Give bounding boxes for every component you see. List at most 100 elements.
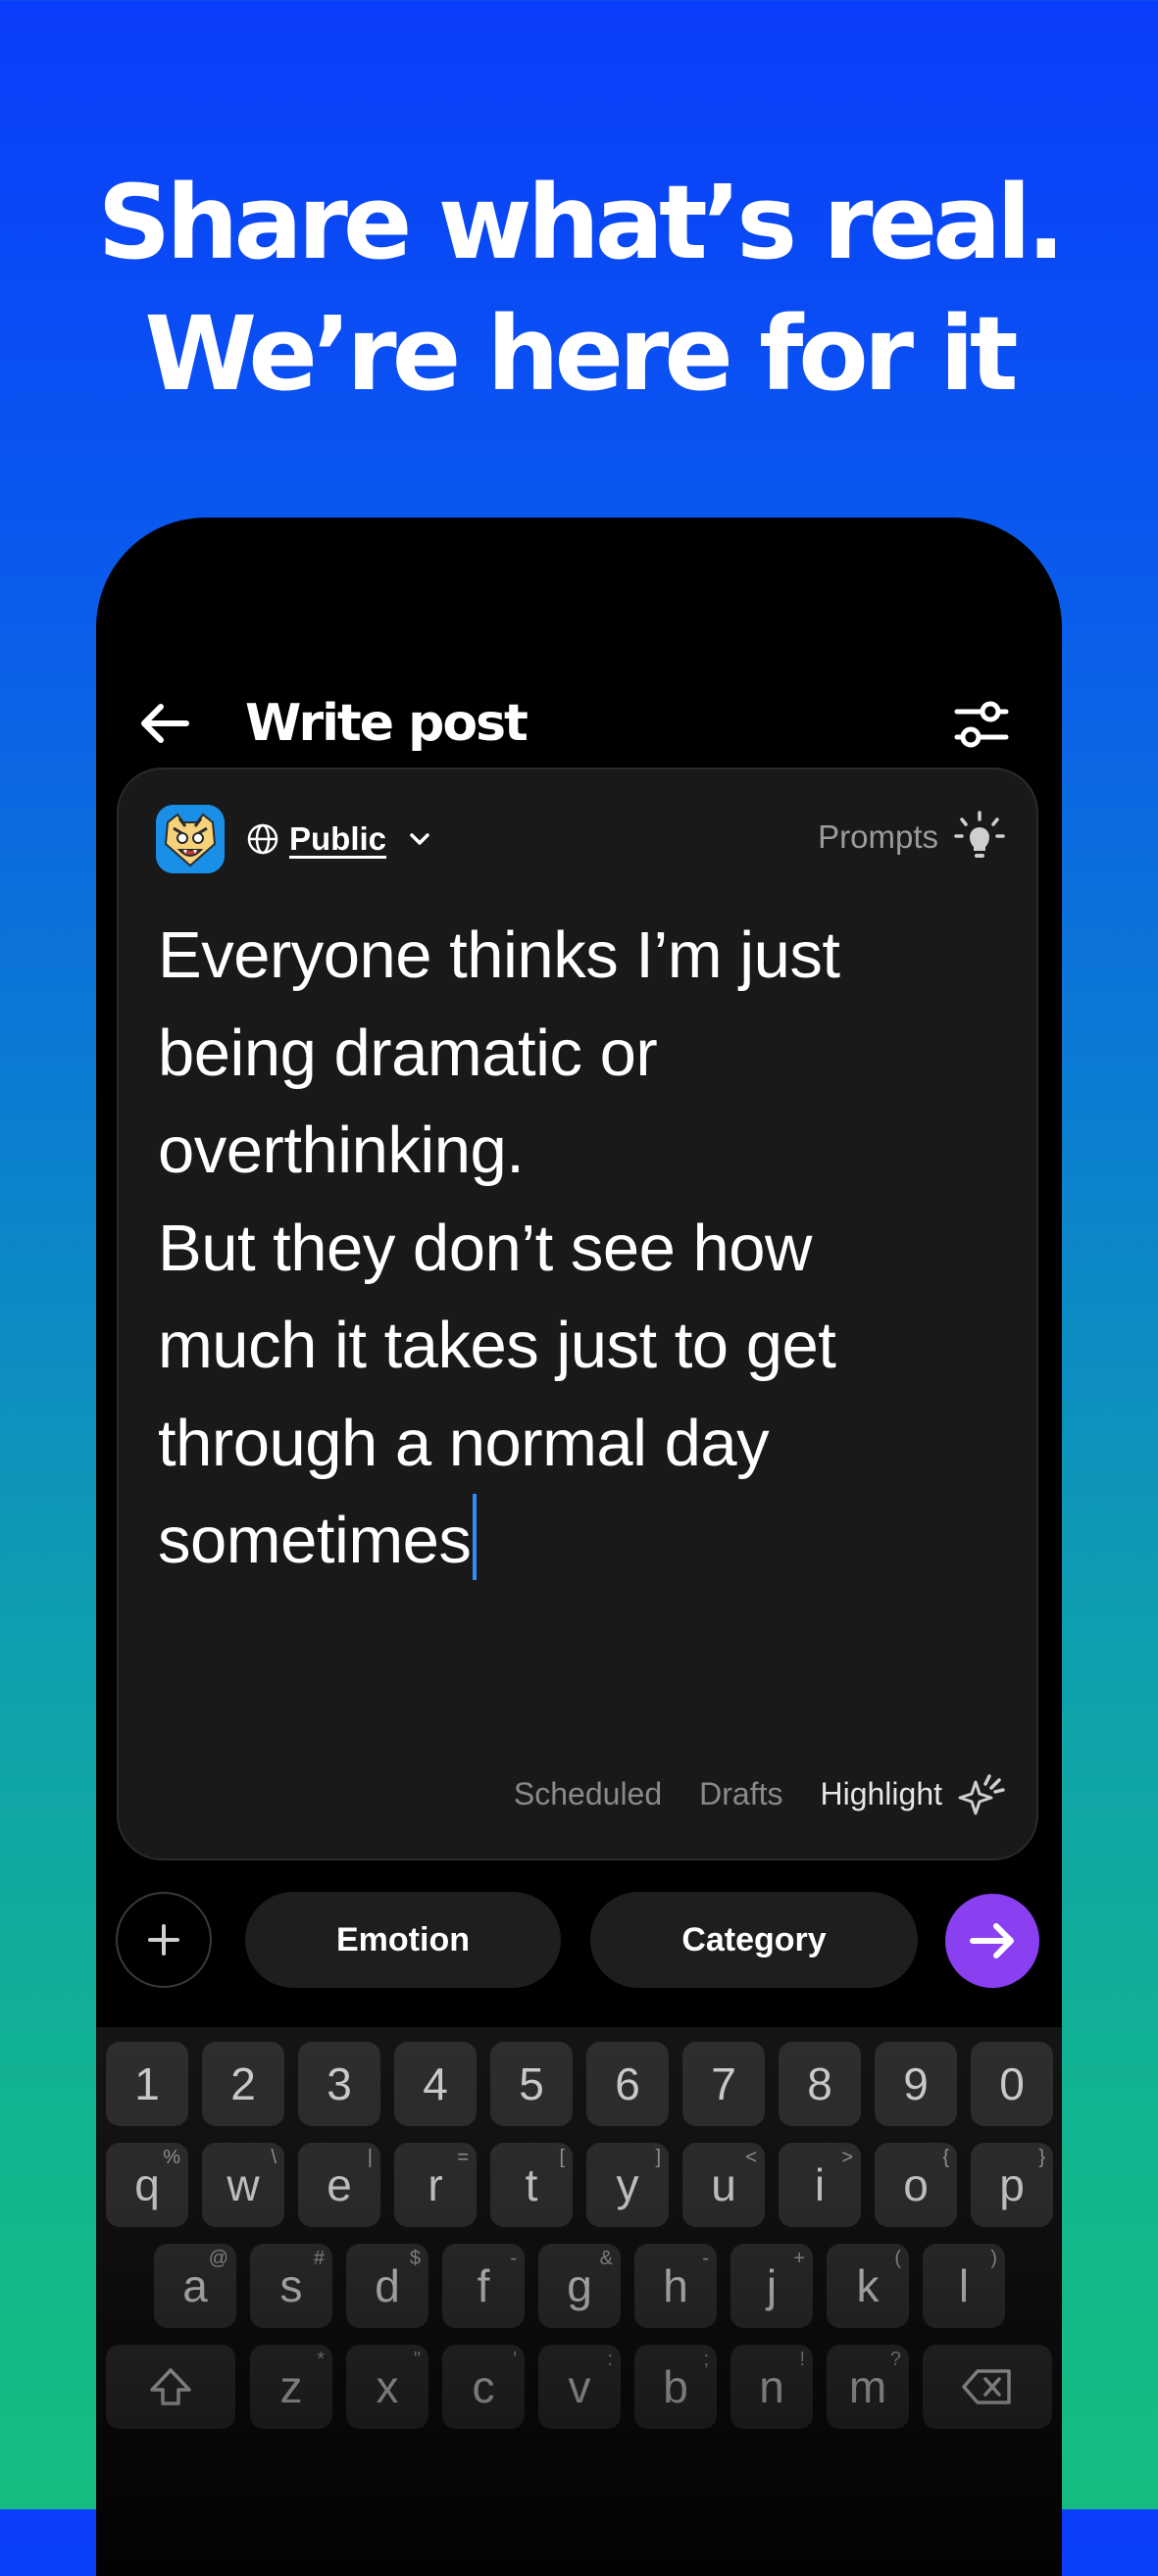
back-button[interactable] bbox=[133, 692, 196, 755]
top-bar: Write post bbox=[96, 665, 1062, 782]
key-7[interactable]: 7 bbox=[682, 2042, 765, 2126]
key-label: o bbox=[903, 2159, 929, 2210]
key-alt-label: \ bbox=[271, 2147, 277, 2168]
key-label: 6 bbox=[615, 2058, 640, 2109]
plus-icon bbox=[148, 1924, 179, 1956]
key-alt-label: [ bbox=[559, 2147, 565, 2168]
key-6[interactable]: 6 bbox=[586, 2042, 669, 2126]
headline-line-1: Share what’s real. bbox=[97, 163, 1066, 282]
key-o[interactable]: o{ bbox=[875, 2143, 957, 2227]
lightbulb-icon bbox=[954, 811, 1005, 858]
emotion-button[interactable]: Emotion bbox=[245, 1892, 561, 1988]
key-s[interactable]: s # bbox=[250, 2244, 332, 2328]
chevron-down-icon bbox=[410, 833, 429, 845]
key-alt-label: @ bbox=[208, 2248, 228, 2269]
key-alt-label: ( bbox=[894, 2248, 901, 2269]
key-e[interactable]: e | bbox=[298, 2143, 380, 2227]
send-button[interactable] bbox=[945, 1894, 1039, 1988]
keyboard-row: q% w \ e | r = t[y] u < i > o{p} bbox=[96, 2143, 1062, 2227]
post-text-input[interactable]: Everyone thinks I’m just being dramatic … bbox=[158, 907, 991, 1590]
key-8[interactable]: 8 bbox=[779, 2042, 861, 2126]
highlight-button[interactable]: Highlight bbox=[820, 1776, 942, 1812]
on-screen-keyboard: 1 2 3 4 5 6 7 8 9 0 q% w \ e | r = t[y] u < i > o{p} a @ s # d $ f - g &… bbox=[96, 2027, 1062, 2576]
composer-footer: Scheduled Drafts Highlight bbox=[514, 1768, 1007, 1819]
key-label: 4 bbox=[423, 2058, 448, 2109]
key-label: 9 bbox=[903, 2058, 929, 2109]
key-d[interactable]: d $ bbox=[346, 2244, 428, 2328]
promo-headline: Share what’s real. We’re here for it bbox=[0, 157, 1158, 420]
shift-icon bbox=[150, 2368, 191, 2405]
key-1[interactable]: 1 bbox=[106, 2042, 188, 2126]
key-j[interactable]: j + bbox=[730, 2244, 813, 2328]
key-3[interactable]: 3 bbox=[298, 2042, 380, 2126]
keyboard-row: 1 2 3 4 5 6 7 8 9 0 bbox=[96, 2042, 1062, 2126]
key-label: k bbox=[856, 2260, 880, 2311]
settings-button[interactable] bbox=[951, 694, 1012, 755]
post-text-content: Everyone thinks I’m just being dramatic … bbox=[158, 918, 840, 1577]
category-button[interactable]: Category bbox=[590, 1892, 918, 1988]
key-f[interactable]: f- bbox=[442, 2244, 525, 2328]
key-5[interactable]: 5 bbox=[490, 2042, 573, 2126]
key-l[interactable]: l) bbox=[923, 2244, 1005, 2328]
key-0[interactable]: 0 bbox=[971, 2042, 1053, 2126]
visibility-label: Public bbox=[289, 820, 387, 857]
key-label: f bbox=[477, 2260, 490, 2311]
key-label: l bbox=[958, 2260, 970, 2311]
key-k[interactable]: k( bbox=[827, 2244, 909, 2328]
arrow-right-icon bbox=[970, 1923, 1014, 1958]
key-p[interactable]: p} bbox=[971, 2143, 1053, 2227]
page-title: Write post bbox=[245, 694, 529, 753]
backspace-key[interactable] bbox=[923, 2345, 1052, 2429]
key-q[interactable]: q% bbox=[106, 2143, 188, 2227]
drafts-button[interactable]: Drafts bbox=[699, 1776, 782, 1812]
key-label: y bbox=[616, 2159, 639, 2210]
back-arrow-icon bbox=[141, 704, 189, 743]
key-u[interactable]: u < bbox=[682, 2143, 765, 2227]
key-4[interactable]: 4 bbox=[394, 2042, 477, 2126]
key-label: e bbox=[327, 2159, 352, 2210]
scheduled-button[interactable]: Scheduled bbox=[514, 1776, 662, 1812]
key-alt-label: > bbox=[841, 2147, 853, 2168]
key-2[interactable]: 2 bbox=[202, 2042, 284, 2126]
key-label: 2 bbox=[230, 2058, 256, 2109]
avatar[interactable] bbox=[156, 805, 225, 873]
key-t[interactable]: t[ bbox=[490, 2143, 573, 2227]
key-alt-label: | bbox=[367, 2147, 373, 2168]
key-alt-label: ] bbox=[655, 2147, 661, 2168]
key-label: h bbox=[663, 2260, 688, 2311]
key-w[interactable]: w \ bbox=[202, 2143, 284, 2227]
text-cursor bbox=[473, 1494, 478, 1580]
key-label: s bbox=[279, 2260, 303, 2311]
key-label: t bbox=[525, 2159, 538, 2210]
key-alt-label: - bbox=[702, 2248, 709, 2269]
globe-icon bbox=[247, 823, 278, 855]
key-label: g bbox=[567, 2260, 592, 2311]
key-label: r bbox=[428, 2159, 443, 2210]
key-alt-label: $ bbox=[409, 2248, 421, 2269]
prompts-button[interactable]: Prompts bbox=[818, 805, 1007, 869]
key-i[interactable]: i > bbox=[779, 2143, 861, 2227]
tiger-avatar-icon bbox=[156, 805, 225, 873]
visibility-selector[interactable]: Public bbox=[246, 817, 433, 862]
key-label: 3 bbox=[327, 2058, 352, 2109]
post-composer-card: Public Prompts Everyone thinks I’m just … bbox=[117, 768, 1038, 1860]
shift-key[interactable] bbox=[106, 2345, 235, 2429]
key-label: d bbox=[375, 2260, 400, 2311]
key-alt-label: - bbox=[510, 2248, 517, 2269]
phone-frame: Write post Public Prompts Everyone think… bbox=[96, 518, 1062, 2576]
key-r[interactable]: r = bbox=[394, 2143, 477, 2227]
add-attachment-button[interactable] bbox=[116, 1892, 212, 1988]
key-g[interactable]: g & bbox=[538, 2244, 621, 2328]
composer-actions: Emotion Category bbox=[96, 1892, 1062, 1990]
key-9[interactable]: 9 bbox=[875, 2042, 957, 2126]
key-alt-label: < bbox=[745, 2147, 757, 2168]
key-label: 8 bbox=[807, 2058, 832, 2109]
key-alt-label: = bbox=[457, 2147, 469, 2168]
key-a[interactable]: a @ bbox=[154, 2244, 236, 2328]
key-h[interactable]: h- bbox=[634, 2244, 717, 2328]
key-label: j bbox=[766, 2260, 778, 2311]
backspace-icon bbox=[962, 2369, 1011, 2404]
key-label: u bbox=[711, 2159, 736, 2210]
keyboard-row-modifiers bbox=[96, 2345, 1062, 2429]
key-y[interactable]: y] bbox=[586, 2143, 669, 2227]
